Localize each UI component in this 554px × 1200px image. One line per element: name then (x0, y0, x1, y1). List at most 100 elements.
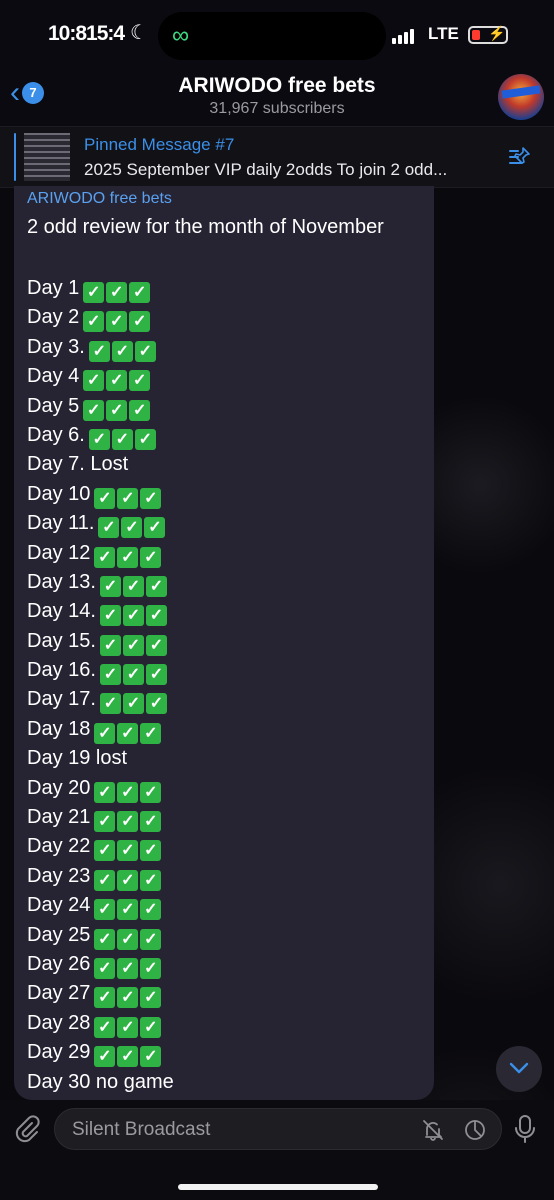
check-marks: ✓ ✓ ✓ (99, 656, 169, 686)
message-headline: 2 odd review for the month of November (27, 216, 384, 238)
check-mark-button-icon: ✓ (140, 987, 162, 1009)
check-mark-button-icon: ✓ (129, 370, 151, 392)
day-label: Day 1 (27, 277, 80, 299)
pinned-message-bar[interactable]: Pinned Message #7 2025 September VIP dai… (0, 126, 554, 188)
check-mark-button-icon: ✓ (117, 840, 139, 862)
day-result-row: Day 25 ✓ ✓ ✓ (27, 921, 174, 950)
check-marks: ✓ ✓ ✓ (99, 568, 169, 597)
check-mark-button-icon: ✓ (106, 399, 128, 421)
chat-header: ‹ 7 ARIWODO free bets 31,967 subscribers (0, 64, 554, 126)
day-result-row: Day 29 ✓ ✓ ✓ (27, 1038, 174, 1068)
check-marks: ✓ ✓ ✓ (88, 421, 158, 450)
day-label: Day 17. (27, 688, 96, 711)
day-label: Day 2 (27, 306, 80, 329)
check-mark-button-icon: ✓ (99, 634, 121, 656)
check-mark-button-icon: ✓ (134, 340, 156, 362)
day-label: Day 21 (27, 806, 91, 829)
check-mark-button-icon: ✓ (117, 1046, 139, 1068)
check-mark-button-icon: ✓ (117, 957, 139, 979)
day-label: Day 20 (27, 776, 91, 799)
day-result-row: Day 1 ✓ ✓ ✓ (27, 274, 174, 303)
day-result-row: Day 2 ✓ ✓ ✓ (27, 303, 174, 333)
check-mark-button-icon: ✓ (94, 957, 116, 979)
check-mark-button-icon: ✓ (122, 575, 144, 597)
check-marks: ✓ ✓ ✓ (83, 303, 152, 333)
day-result-row: Day 10 ✓ ✓ ✓ (27, 480, 174, 509)
check-mark-button-icon: ✓ (94, 1046, 116, 1068)
check-mark-button-icon: ✓ (145, 605, 167, 627)
check-mark-button-icon: ✓ (144, 517, 166, 539)
check-marks: ✓ ✓ ✓ (94, 539, 163, 568)
day-result-row: Day 19 lost (27, 744, 174, 773)
broadcast-input[interactable]: Silent Broadcast (54, 1108, 502, 1150)
check-marks: ✓ ✓ ✓ (94, 1009, 163, 1038)
check-mark-button-icon: ✓ (99, 605, 121, 627)
check-mark-button-icon: ✓ (83, 370, 105, 392)
check-mark-button-icon: ✓ (111, 428, 133, 450)
check-mark-button-icon: ✓ (117, 928, 139, 950)
check-mark-button-icon: ✓ (94, 811, 116, 833)
day-label: Day 23 (27, 864, 91, 887)
day-result-row: Day 22 ✓ ✓ ✓ (27, 832, 174, 862)
day-label: Day 27 (27, 982, 91, 1005)
pinned-indicator (14, 133, 16, 181)
timer-icon[interactable] (463, 1118, 487, 1142)
check-mark-button-icon: ✓ (140, 957, 162, 979)
check-mark-button-icon: ✓ (94, 1016, 116, 1038)
day-result-row: Day 21 ✓ ✓ ✓ (27, 803, 174, 833)
check-mark-button-icon: ✓ (145, 693, 167, 715)
check-mark-button-icon: ✓ (94, 899, 116, 921)
check-mark-button-icon: ✓ (117, 987, 139, 1009)
day-result-row: Day 20 ✓ ✓ ✓ (27, 774, 174, 803)
message-bubble[interactable]: ARIWODO free bets 2 odd review for the m… (14, 186, 434, 1100)
check-marks: ✓ ✓ ✓ (94, 891, 163, 921)
check-mark-button-icon: ✓ (140, 869, 162, 891)
check-mark-button-icon: ✓ (106, 370, 128, 392)
moon-icon: ☾ (130, 22, 148, 44)
channel-title[interactable]: ARIWODO free bets (0, 74, 554, 98)
check-mark-button-icon: ✓ (140, 487, 162, 509)
check-mark-button-icon: ✓ (140, 1046, 162, 1068)
check-marks: ✓ ✓ ✓ (94, 832, 163, 862)
day-label: Day 19 lost (27, 747, 128, 770)
check-marks: ✓ ✓ ✓ (94, 950, 163, 979)
pin-list-icon[interactable] (508, 145, 532, 169)
check-mark-button-icon: ✓ (140, 546, 162, 568)
day-label: Day 28 (27, 1011, 91, 1034)
check-marks: ✓ ✓ ✓ (94, 862, 163, 891)
check-marks: ✓ ✓ ✓ (83, 392, 152, 421)
microphone-icon[interactable] (512, 1114, 538, 1144)
check-mark-button-icon: ✓ (83, 282, 105, 303)
pinned-thumbnail (24, 133, 70, 181)
day-result-row: Day 14. ✓ ✓ ✓ (27, 597, 174, 627)
dynamic-island: ∞ (158, 12, 386, 60)
check-mark-button-icon: ✓ (94, 987, 116, 1009)
day-result-row: Day 26 ✓ ✓ ✓ (27, 950, 174, 979)
check-marks: ✓ ✓ ✓ (99, 627, 169, 656)
check-mark-button-icon: ✓ (94, 869, 116, 891)
composer-bar: Silent Broadcast (0, 1100, 554, 1200)
signal-icon (392, 29, 414, 44)
day-label: Day 3. (27, 335, 85, 358)
check-mark-button-icon: ✓ (140, 781, 162, 803)
check-mark-button-icon: ✓ (121, 517, 143, 539)
check-mark-button-icon: ✓ (94, 546, 116, 568)
check-marks: ✓ ✓ ✓ (99, 685, 169, 715)
day-label: Day 29 (27, 1041, 91, 1064)
day-result-row: Day 28 ✓ ✓ ✓ (27, 1009, 174, 1038)
check-mark-button-icon: ✓ (83, 311, 105, 333)
message-sender: ARIWODO free bets (27, 190, 172, 207)
paperclip-icon[interactable] (12, 1114, 42, 1144)
check-mark-button-icon: ✓ (98, 517, 120, 539)
channel-avatar[interactable] (498, 74, 544, 120)
check-mark-button-icon: ✓ (83, 399, 105, 421)
bell-off-icon[interactable] (421, 1118, 445, 1142)
day-result-row: Day 27 ✓ ✓ ✓ (27, 979, 174, 1009)
day-label: Day 6. (27, 423, 85, 446)
day-label: Day 22 (27, 835, 91, 858)
day-label: Day 15. (27, 629, 96, 652)
day-result-row: Day 24 ✓ ✓ ✓ (27, 891, 174, 921)
check-marks: ✓ ✓ ✓ (99, 597, 169, 627)
scroll-down-button[interactable] (496, 1046, 542, 1092)
day-label: Day 18 (27, 717, 91, 740)
